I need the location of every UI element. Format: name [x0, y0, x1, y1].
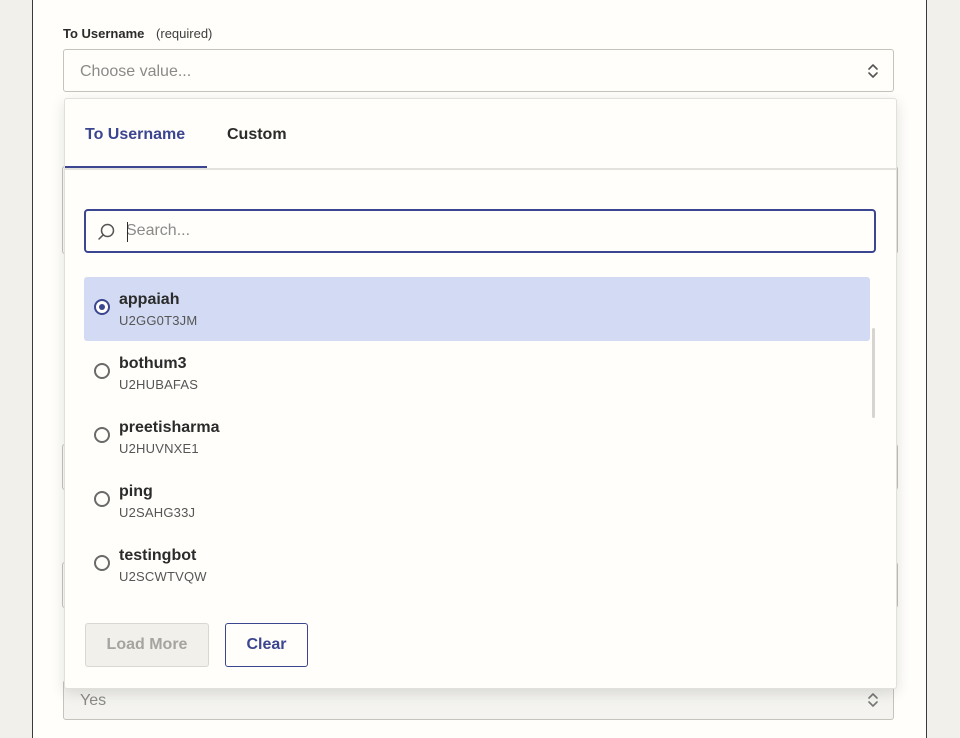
option-id: U2HUBAFAS [119, 377, 199, 392]
option-item[interactable]: ping U2SAHG33J [84, 469, 870, 533]
option-item[interactable]: testingbot U2SCWTVQW [84, 533, 870, 597]
option-item[interactable]: appaiah U2GG0T3JM [84, 277, 870, 341]
load-more-button[interactable]: Load More [85, 623, 209, 667]
option-name: appaiah [119, 291, 180, 308]
chevron-up-down-icon [868, 693, 878, 707]
option-name: testingbot [119, 547, 197, 564]
select-placeholder: Choose value... [80, 63, 192, 80]
field-label-text: To Username [63, 26, 145, 41]
list-scrollbar[interactable] [872, 328, 875, 418]
tab-to-username[interactable]: To Username [85, 126, 185, 144]
radio-selected-icon[interactable] [94, 299, 110, 315]
options-list: appaiah U2GG0T3JM bothum3 U2HUBAFAS pree… [84, 277, 872, 597]
active-tab-indicator [65, 166, 207, 168]
dropdown-tabs: To Username Custom [65, 99, 896, 170]
chevron-up-down-icon [868, 64, 878, 78]
option-item[interactable]: preetisharma U2HUVNXE1 [84, 405, 870, 469]
option-id: U2HUVNXE1 [119, 441, 199, 456]
radio-icon[interactable] [94, 555, 110, 571]
yes-select-value: Yes [80, 692, 107, 709]
radio-icon[interactable] [94, 427, 110, 443]
tab-custom[interactable]: Custom [227, 126, 287, 144]
clear-button[interactable]: Clear [225, 623, 308, 667]
option-name: preetisharma [119, 419, 220, 436]
option-name: ping [119, 483, 153, 500]
text-cursor [127, 222, 128, 242]
radio-icon[interactable] [94, 363, 110, 379]
field-label: To Username (required) [63, 26, 212, 41]
required-text: (required) [156, 26, 213, 41]
search-box [84, 209, 876, 253]
option-name: bothum3 [119, 355, 187, 372]
option-item[interactable]: bothum3 U2HUBAFAS [84, 341, 870, 405]
option-id: U2GG0T3JM [119, 313, 198, 328]
option-id: U2SAHG33J [119, 505, 196, 520]
to-username-select[interactable]: Choose value... [63, 49, 894, 92]
search-icon [98, 223, 115, 240]
search-input[interactable] [126, 211, 866, 251]
dropdown-menu: To Username Custom appaiah U2GG0T3JM bot… [64, 98, 897, 689]
radio-icon[interactable] [94, 491, 110, 507]
option-id: U2SCWTVQW [119, 569, 207, 584]
